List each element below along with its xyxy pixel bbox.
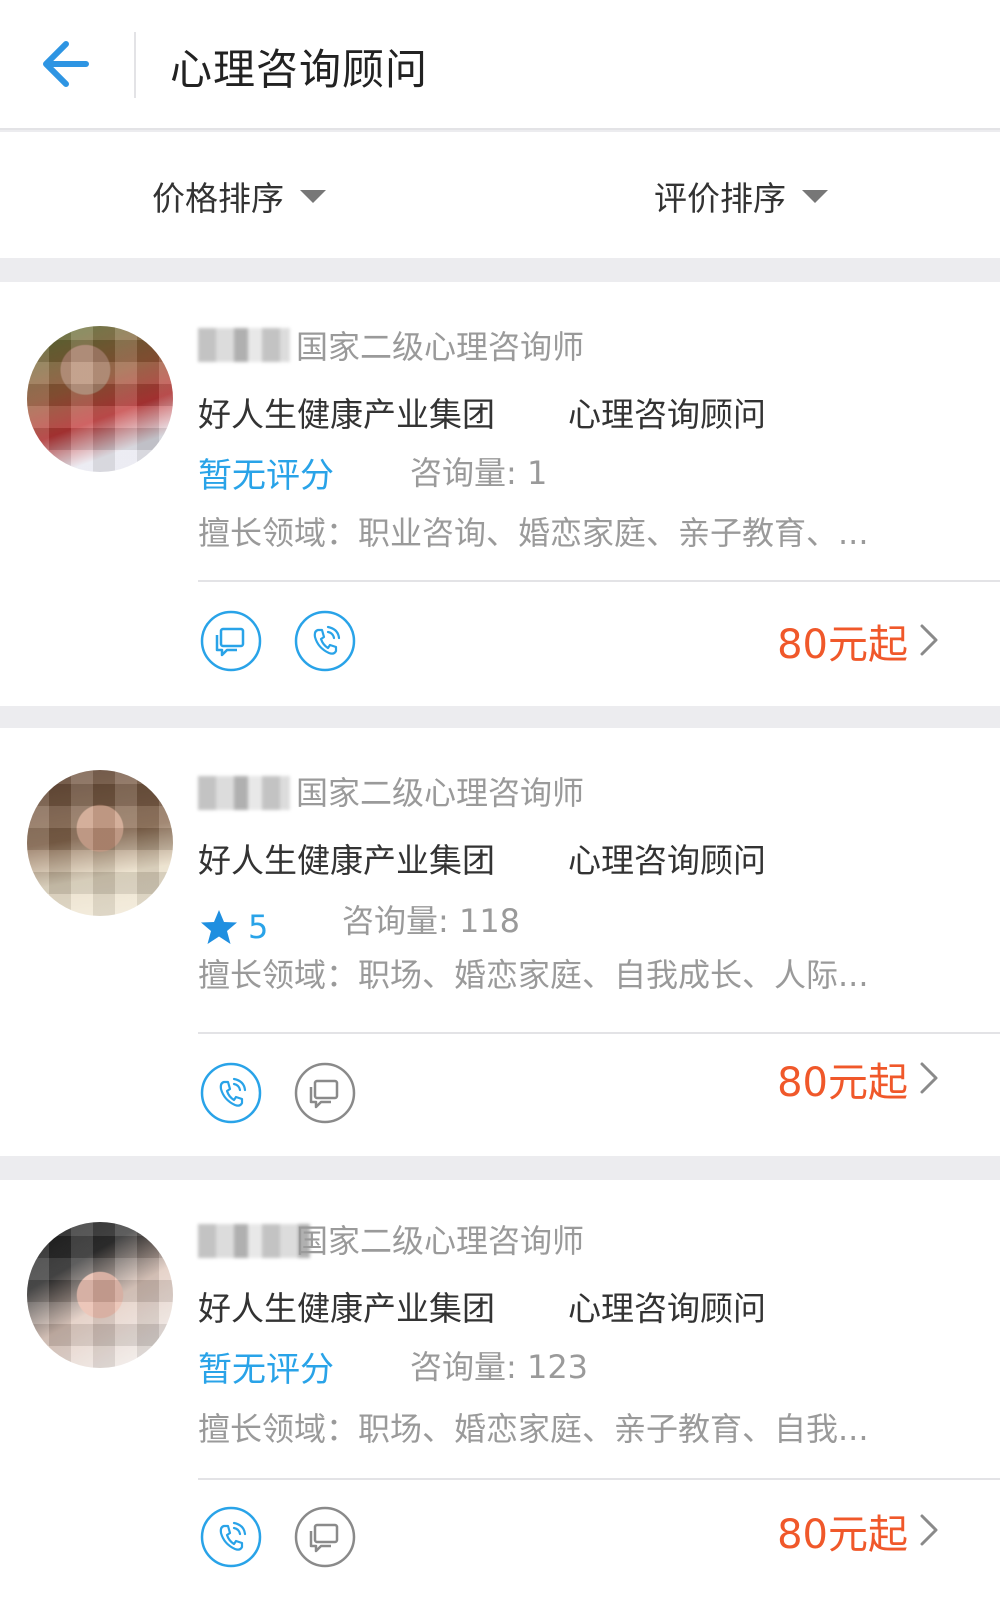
chevron-right-icon[interactable] [918,1060,940,1096]
avatar [27,770,173,916]
sort-price-label: 价格排序 [152,179,284,218]
star-icon [201,910,237,944]
chevron-right-icon[interactable] [918,1512,940,1548]
name-redacted [198,776,290,810]
rating-text: 暂无评分 [198,1350,334,1390]
caret-down-icon [300,189,326,203]
consult-count: 咨询量: 1 [410,454,548,492]
qualification-text: 国家二级心理咨询师 [296,328,585,366]
consult-count: 咨询量: 118 [342,902,521,940]
sort-rating-label: 评价排序 [654,179,786,218]
header-divider [134,32,136,98]
chat-service-icon[interactable] [200,610,262,672]
role-text: 心理咨询顾问 [568,1289,766,1328]
counselor-card[interactable]: 国家二级心理咨询师 好人生健康产业集团 心理咨询顾问 5 咨询量: 118 擅长… [0,728,1000,1156]
organization-text: 好人生健康产业集团 [198,1289,495,1328]
role-text: 心理咨询顾问 [568,395,766,434]
sort-by-rating-button[interactable]: 评价排序 [654,172,828,220]
sort-bar: 价格排序 评价排序 [0,132,1000,258]
app-header: 心理咨询顾问 [0,0,1000,130]
avatar [27,326,173,472]
rating-value: 5 [248,908,269,946]
card-divider [198,1032,1000,1034]
organization-text: 好人生健康产业集团 [198,841,495,880]
qualification-text: 国家二级心理咨询师 [296,774,585,812]
counselor-card[interactable]: 国家二级心理咨询师 好人生健康产业集团 心理咨询顾问 暂无评分 咨询量: 1 擅… [0,282,1000,706]
specialty-text: 擅长领域：职场、婚恋家庭、自我成长、人际... [198,956,869,994]
rating: 5 [200,908,268,946]
specialty-text: 擅长领域：职场、婚恋家庭、亲子教育、自我... [198,1410,869,1448]
price-text[interactable]: 80元起 [777,1502,908,1560]
chevron-right-icon[interactable] [918,622,940,658]
avatar [27,1222,173,1368]
phone-service-icon[interactable] [294,610,356,672]
chat-service-icon[interactable] [294,1506,356,1568]
caret-down-icon [802,189,828,203]
back-arrow-icon[interactable] [38,36,98,92]
price-text[interactable]: 80元起 [777,612,908,670]
card-divider [198,580,1000,582]
name-redacted [198,1224,310,1258]
name-redacted [198,328,290,362]
role-text: 心理咨询顾问 [568,841,766,880]
organization-text: 好人生健康产业集团 [198,395,495,434]
phone-service-icon[interactable] [200,1506,262,1568]
chat-service-icon[interactable] [294,1062,356,1124]
specialty-text: 擅长领域：职业咨询、婚恋家庭、亲子教育、... [198,514,869,552]
consult-count: 咨询量: 123 [410,1348,589,1386]
sort-by-price-button[interactable]: 价格排序 [152,172,326,220]
counselor-card[interactable]: 国家二级心理咨询师 好人生健康产业集团 心理咨询顾问 暂无评分 咨询量: 123… [0,1180,1000,1604]
rating-text: 暂无评分 [198,456,334,496]
qualification-text: 国家二级心理咨询师 [296,1222,585,1260]
card-divider [198,1478,1000,1480]
phone-service-icon[interactable] [200,1062,262,1124]
page-title: 心理咨询顾问 [170,45,429,94]
price-text[interactable]: 80元起 [777,1050,908,1108]
